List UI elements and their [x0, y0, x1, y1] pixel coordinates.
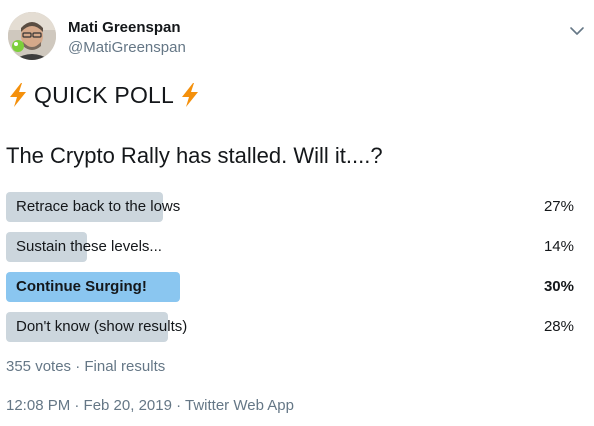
tweet-header: Mati Greenspan @MatiGreenspan	[8, 12, 586, 64]
poll-choice-percent: 28%	[543, 318, 574, 335]
poll-choice-label: Don't know (show results)	[16, 318, 188, 335]
poll-choice-percent: 30%	[543, 278, 574, 295]
avatar-image	[8, 12, 56, 60]
poll-choice[interactable]: Sustain these levels... 14%	[6, 232, 576, 262]
poll-choice-label: Sustain these levels...	[16, 238, 162, 255]
lightning-bolt-icon	[178, 82, 202, 108]
chevron-down-icon[interactable]	[568, 22, 586, 40]
tweet-timestamp[interactable]: 12:08 PM · Feb 20, 2019 · Twitter Web Ap…	[6, 397, 294, 414]
poll-choice-percent: 14%	[543, 238, 574, 255]
author-name[interactable]: Mati Greenspan	[68, 19, 181, 36]
poll-choice-label: Continue Surging!	[16, 278, 147, 295]
tweet-question: The Crypto Rally has stalled. Will it...…	[6, 143, 383, 168]
poll-choice-label: Retrace back to the lows	[16, 198, 181, 215]
tweet-title: QUICK POLL	[6, 80, 202, 110]
tweet-title-text: QUICK POLL	[34, 81, 175, 108]
poll-choice-percent: 27%	[543, 198, 574, 215]
author-handle[interactable]: @MatiGreenspan	[68, 39, 186, 56]
poll-choice[interactable]: Don't know (show results) 28%	[6, 312, 576, 342]
poll: Retrace back to the lows 27% Sustain the…	[6, 192, 576, 352]
poll-choice[interactable]: Retrace back to the lows 27%	[6, 192, 576, 222]
lightning-bolt-icon	[6, 82, 30, 108]
avatar[interactable]	[8, 12, 56, 60]
poll-choice[interactable]: Continue Surging! 30%	[6, 272, 576, 302]
poll-summary: 355 votes · Final results	[6, 358, 166, 375]
